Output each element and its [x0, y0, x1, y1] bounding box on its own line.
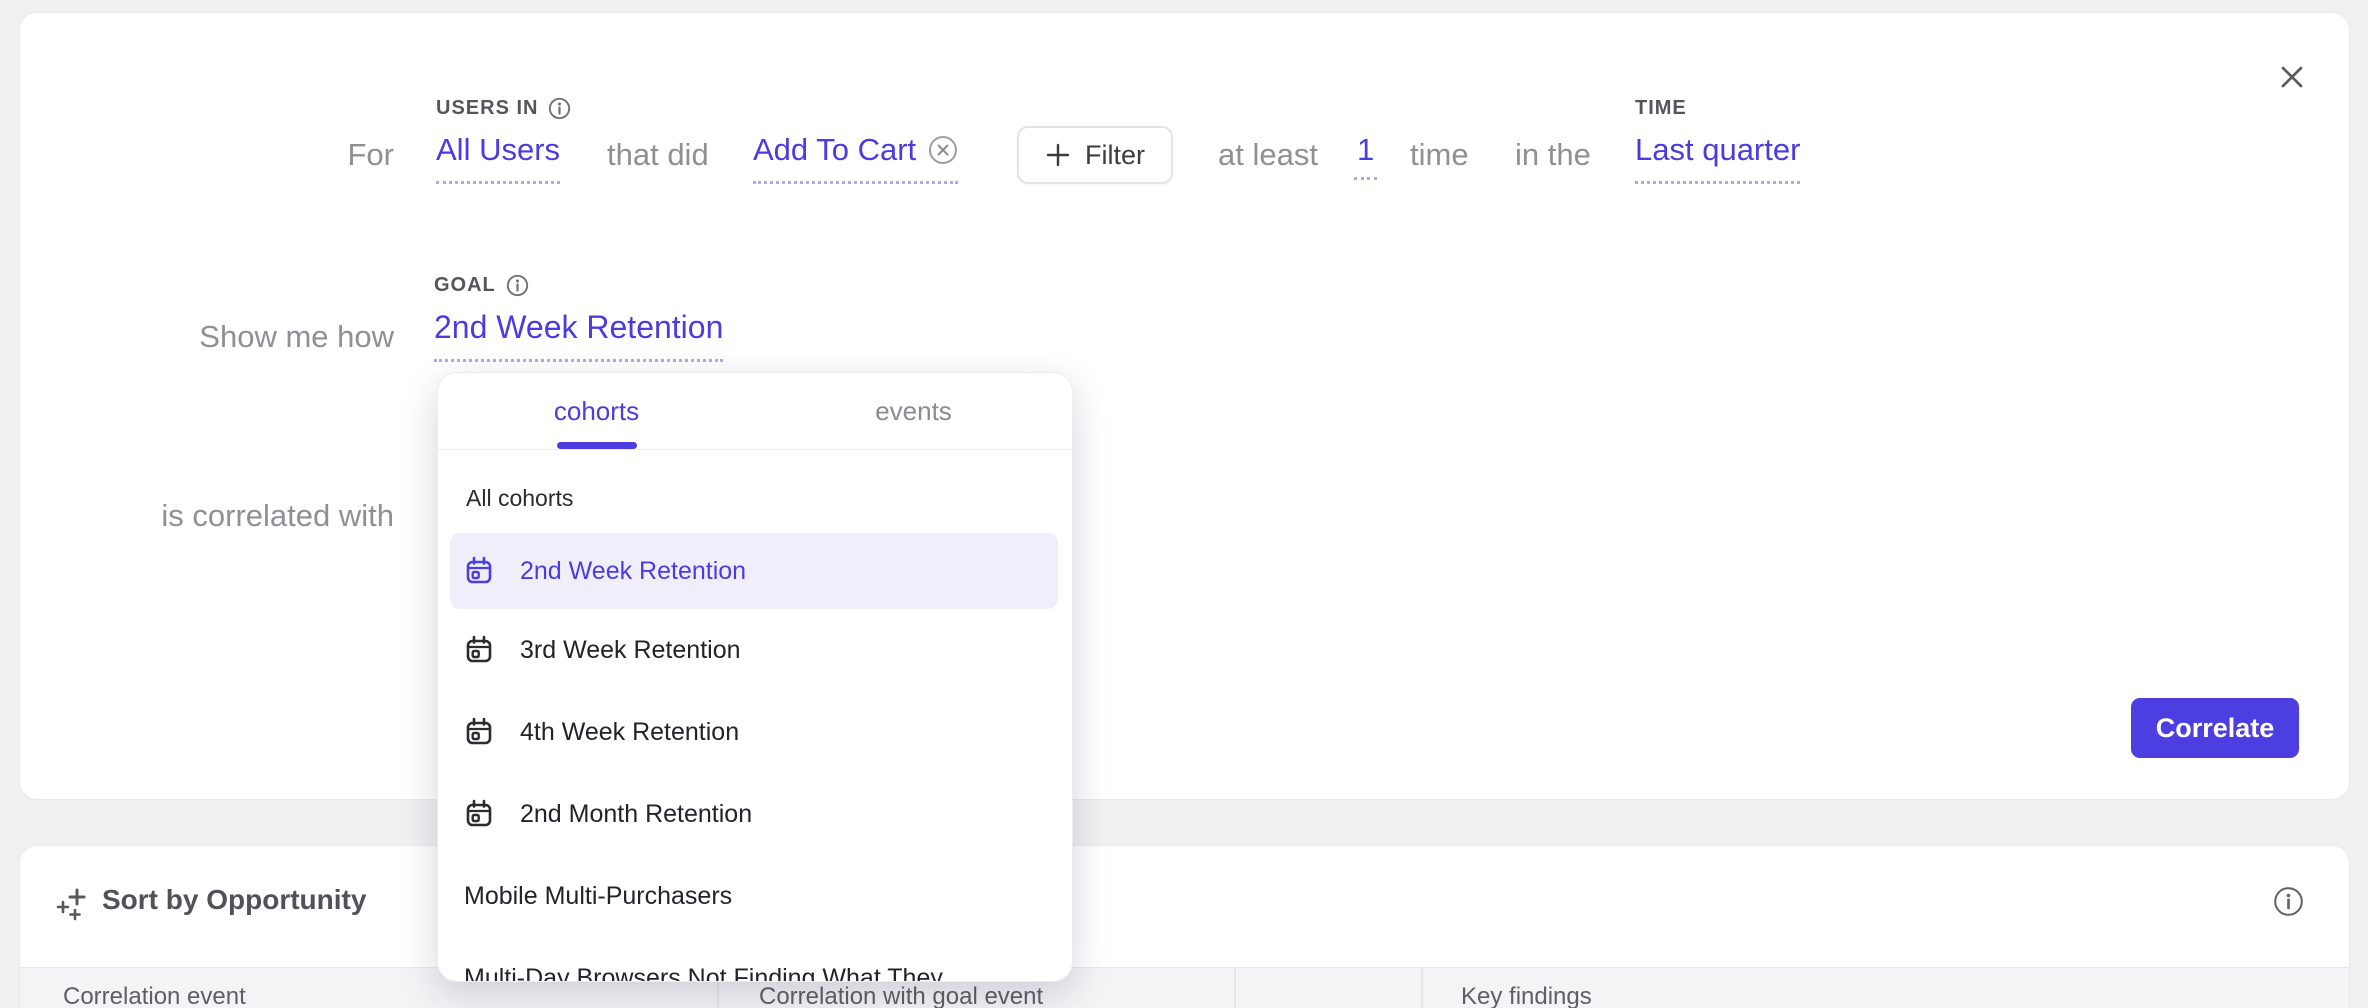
add-filter-label: Filter — [1085, 140, 1145, 171]
info-icon[interactable] — [506, 274, 529, 297]
time-word-text: time — [1410, 137, 1469, 173]
count-value: 1 — [1357, 132, 1374, 168]
info-icon[interactable] — [548, 97, 571, 120]
goal-selector-value: 2nd Week Retention — [434, 309, 723, 346]
calendar-icon — [464, 799, 494, 829]
correlate-page: For Show me how is correlated with USERS… — [0, 0, 2368, 1008]
info-icon[interactable] — [2273, 886, 2304, 917]
column-key-findings: Key findings — [1461, 983, 1592, 1008]
close-icon[interactable] — [2278, 63, 2306, 91]
event-selector[interactable]: Add To Cart — [753, 132, 958, 184]
correlate-button[interactable]: Correlate — [2131, 698, 2299, 758]
calendar-icon — [464, 556, 494, 586]
goal-dropdown: cohorts events All cohorts 2nd Week Rete… — [437, 372, 1073, 982]
list-item-cohort[interactable]: 3rd Week Retention — [450, 609, 1058, 691]
tab-events[interactable]: events — [755, 373, 1072, 449]
for-text: For — [40, 137, 394, 173]
column-correlation-with-goal-event: Correlation with goal event — [759, 983, 1043, 1008]
query-builder-card: For Show me how is correlated with USERS… — [19, 12, 2350, 800]
list-item-cohort[interactable]: 2nd Month Retention — [450, 773, 1058, 855]
dropdown-tabs: cohorts events — [438, 373, 1072, 450]
time-range-value: Last quarter — [1635, 132, 1800, 168]
list-item-label: Mobile Multi-Purchasers — [464, 882, 732, 911]
goal-selector[interactable]: 2nd Week Retention — [434, 309, 723, 362]
tab-cohorts[interactable]: cohorts — [438, 373, 755, 449]
dropdown-section-title: All cohorts — [466, 485, 573, 512]
show-me-how-text: Show me how — [40, 319, 394, 355]
list-item-label: 3rd Week Retention — [520, 636, 741, 665]
list-item-cohort[interactable]: 4th Week Retention — [450, 691, 1058, 773]
list-item-label: 4th Week Retention — [520, 718, 739, 747]
list-item-label: Multi-Day Browsers Not Finding What They — [464, 964, 943, 983]
count-selector[interactable]: 1 — [1354, 132, 1377, 180]
goal-label-text: GOAL — [434, 274, 496, 297]
calendar-icon — [464, 635, 494, 665]
column-divider — [1421, 968, 1423, 1008]
is-correlated-with-text: is correlated with — [40, 498, 394, 534]
that-did-text: that did — [607, 137, 709, 173]
sort-by-opportunity-label[interactable]: Sort by Opportunity — [102, 884, 366, 916]
list-item-cohort[interactable]: 2nd Week Retention — [450, 533, 1058, 609]
calendar-icon — [464, 717, 494, 747]
users-in-label-text: USERS IN — [436, 97, 538, 120]
list-item-cohort[interactable]: Multi-Day Browsers Not Finding What They — [450, 937, 1058, 982]
list-item-label: 2nd Month Retention — [520, 800, 752, 829]
time-range-selector[interactable]: Last quarter — [1635, 132, 1800, 184]
results-table-header: Correlation event Correlation with goal … — [20, 967, 2349, 1008]
goal-label: GOAL — [434, 274, 529, 297]
list-item-label: 2nd Week Retention — [520, 557, 746, 586]
time-label-text: TIME — [1635, 97, 1687, 120]
results-card: Sort by Opportunity Correlation event Co… — [19, 845, 2350, 1008]
users-in-label: USERS IN — [436, 97, 571, 120]
add-filter-button[interactable]: Filter — [1017, 126, 1173, 184]
in-the-text: in the — [1515, 137, 1591, 173]
cohort-selector[interactable]: All Users — [436, 132, 560, 184]
remove-event-icon[interactable] — [928, 135, 958, 165]
opportunity-sparkle-icon — [56, 886, 92, 922]
event-selector-value: Add To Cart — [753, 132, 916, 168]
column-correlation-event: Correlation event — [63, 983, 246, 1008]
list-item-cohort[interactable]: Mobile Multi-Purchasers — [450, 855, 1058, 937]
time-label: TIME — [1635, 97, 1687, 120]
at-least-text: at least — [1218, 137, 1318, 173]
cohort-selector-value: All Users — [436, 132, 560, 168]
plus-icon — [1045, 142, 1071, 168]
column-divider — [1234, 968, 1236, 1008]
